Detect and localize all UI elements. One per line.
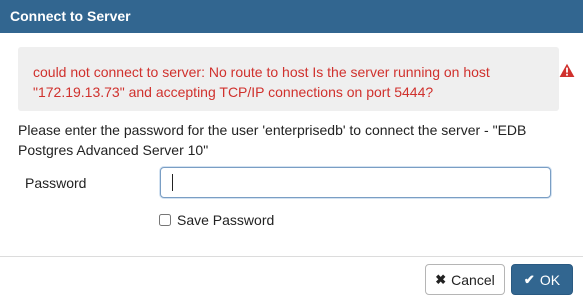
text-cursor (172, 174, 173, 191)
close-icon: ✖ (435, 272, 447, 287)
cancel-button-label: Cancel (451, 271, 495, 288)
error-message: could not connect to server: No route to… (33, 64, 490, 100)
save-password-checkbox[interactable] (159, 214, 171, 226)
ok-button[interactable]: ✔ OK (511, 264, 573, 295)
check-icon: ✔ (523, 272, 535, 287)
password-prompt: Please enter the password for the user '… (18, 122, 527, 158)
error-message-box: could not connect to server: No route to… (18, 47, 559, 111)
password-label: Password (25, 175, 87, 191)
connect-dialog: Connect to Server could not connect to s… (0, 0, 583, 305)
save-password-label[interactable]: Save Password (177, 212, 274, 228)
password-input[interactable] (160, 167, 551, 198)
cancel-button[interactable]: ✖ Cancel (425, 264, 505, 295)
ok-button-label: OK (539, 271, 561, 288)
dialog-title: Connect to Server (0, 0, 583, 33)
warning-triangle-icon (559, 63, 575, 77)
